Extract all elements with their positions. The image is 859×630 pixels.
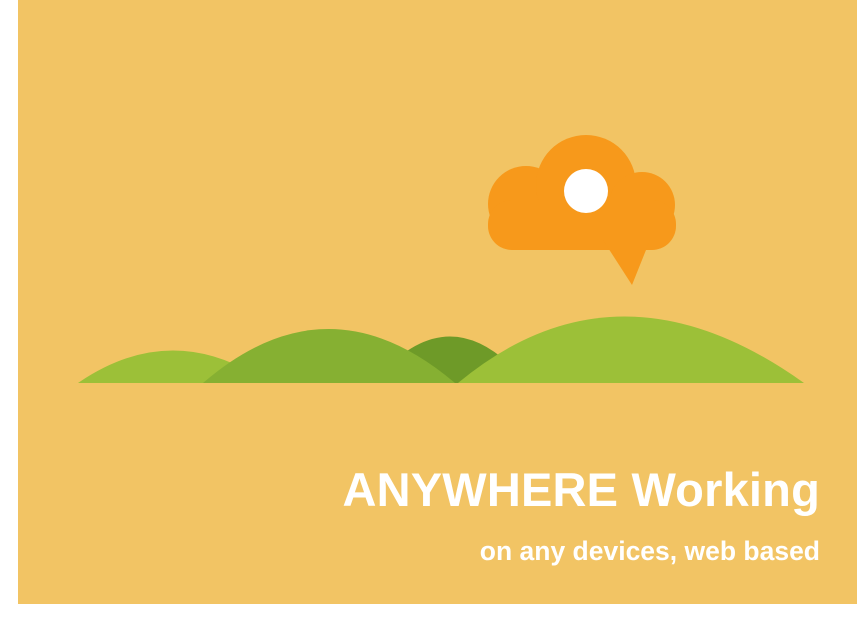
banner-headline: ANYWHERE Working	[342, 463, 820, 516]
banner-subline: on any devices, web based	[479, 536, 820, 566]
green-hills-illustration	[78, 316, 804, 383]
speech-bubble-cloud-icon	[488, 135, 676, 285]
banner-card: ANYWHERE Working on any devices, web bas…	[18, 0, 857, 604]
sun-icon	[564, 169, 608, 213]
